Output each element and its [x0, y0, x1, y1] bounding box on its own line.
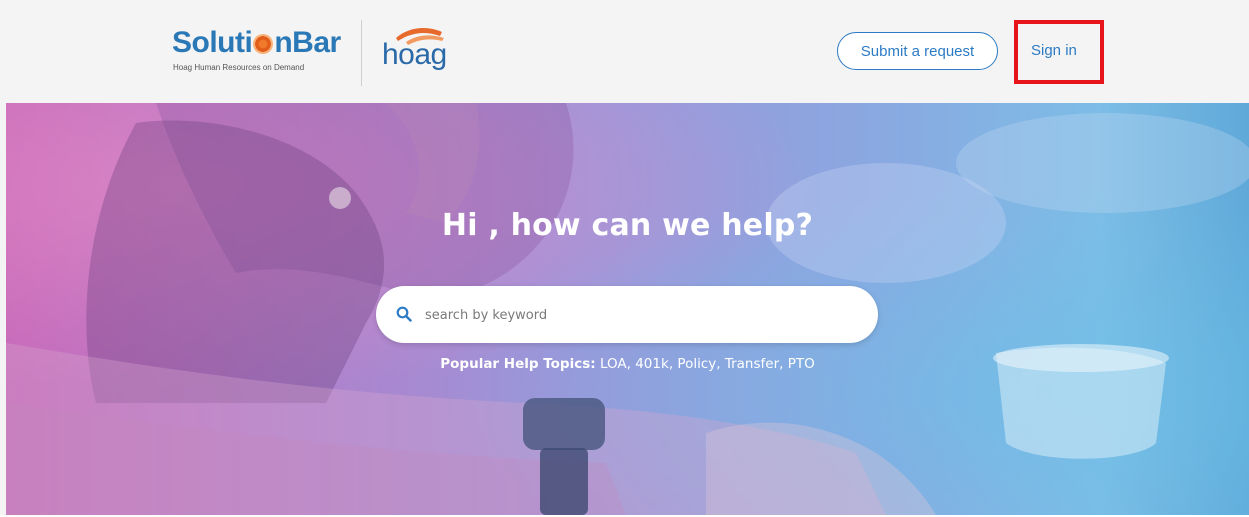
- topic-link-pto[interactable]: PTO: [788, 356, 815, 372]
- topic-link-401k[interactable]: 401k: [635, 356, 669, 372]
- hoag-logo-text: hoag: [382, 38, 447, 71]
- hoag-logo: hoag: [382, 24, 456, 74]
- logo-tagline: Hoag Human Resources on Demand: [173, 63, 305, 72]
- search-box[interactable]: [376, 286, 878, 343]
- logo-text-start: Soluti: [172, 26, 253, 59]
- site-header: Soluti nBar Hoag Human Resources on Deman…: [0, 0, 1249, 103]
- solutionbar-logo: Soluti nBar: [172, 28, 341, 58]
- logo-divider: [361, 20, 362, 86]
- logo-o-icon: [253, 34, 274, 54]
- submit-request-button[interactable]: Submit a request: [837, 32, 998, 70]
- logo-text-end: nBar: [274, 26, 341, 59]
- hero-banner: Hi , how can we help? Popular Help Topic…: [6, 103, 1249, 515]
- sign-in-link[interactable]: Sign in: [1031, 42, 1077, 59]
- topic-link-policy[interactable]: Policy: [677, 356, 716, 372]
- search-input[interactable]: [423, 300, 847, 330]
- hero-title: Hi , how can we help?: [441, 208, 814, 243]
- topic-link-loa[interactable]: LOA: [600, 356, 627, 372]
- search-icon[interactable]: [396, 306, 412, 322]
- topic-link-transfer[interactable]: Transfer: [725, 356, 779, 372]
- brand-logos[interactable]: Soluti nBar Hoag Human Resources on Deman…: [172, 20, 472, 86]
- popular-help-topics: Popular Help Topics: LOA, 401k, Policy, …: [440, 356, 815, 372]
- popular-topics-label: Popular Help Topics:: [440, 356, 596, 372]
- page: Soluti nBar Hoag Human Resources on Deman…: [0, 0, 1249, 517]
